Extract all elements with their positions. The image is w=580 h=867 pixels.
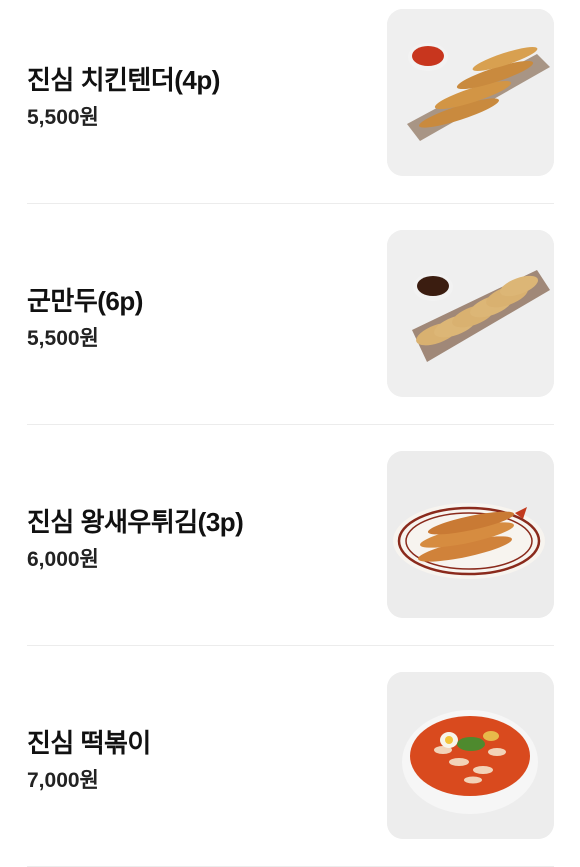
menu-item-fried-shrimp[interactable]: 진심 왕새우튀김(3p) 6,000원	[0, 442, 580, 663]
divider	[27, 424, 554, 425]
divider	[27, 203, 554, 204]
menu-item-tteokbokki[interactable]: 진심 떡볶이 7,000원	[0, 663, 580, 867]
fried-shrimp-photo[interactable]	[387, 451, 554, 618]
menu-item-price: 5,500원	[27, 327, 99, 350]
menu-item-name: 진심 떡볶이	[27, 728, 151, 758]
fried-dumpling-photo[interactable]	[387, 230, 554, 397]
menu-item-price: 5,500원	[27, 106, 99, 129]
chicken-tender-photo[interactable]	[387, 9, 554, 176]
menu-item-name: 군만두(6p)	[27, 286, 143, 316]
menu-item-dumpling[interactable]: 군만두(6p) 5,500원	[0, 221, 580, 442]
tteokbokki-photo[interactable]	[387, 672, 554, 839]
menu-item-price: 7,000원	[27, 769, 99, 792]
menu-item-name: 진심 왕새우튀김(3p)	[27, 507, 244, 537]
divider	[27, 645, 554, 646]
menu-item-name: 진심 치킨텐더(4p)	[27, 65, 220, 95]
menu-list: 진심 치킨텐더(4p) 5,500원 군만두(6p) 5,500원 진심 왕새우…	[0, 0, 580, 867]
menu-item-chicken-tender[interactable]: 진심 치킨텐더(4p) 5,500원	[0, 0, 580, 221]
menu-item-price: 6,000원	[27, 548, 99, 571]
